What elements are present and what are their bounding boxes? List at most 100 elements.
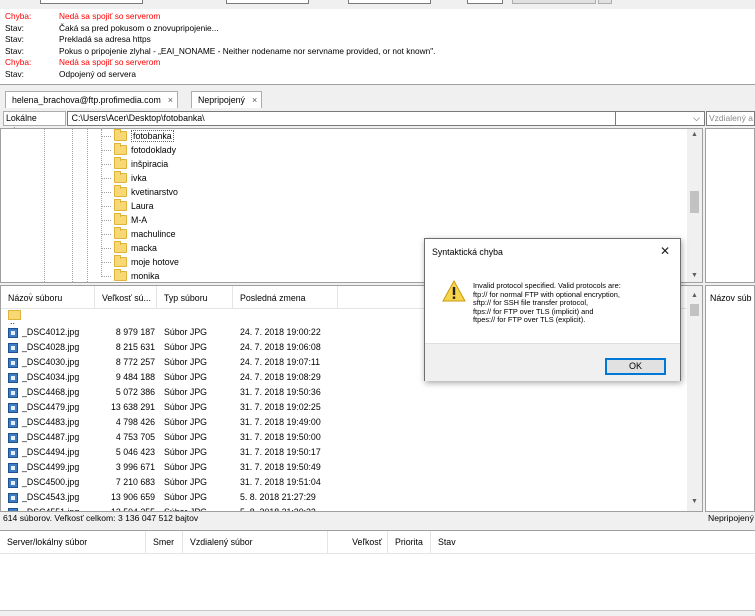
transfer-queue[interactable]: Server/lokálny súbor Smer Vzdialený súbo… xyxy=(0,530,755,610)
table-row[interactable]: _DSC4551.jpg 13 504 255 Súbor JPG 5. 8. 201… xyxy=(1,505,689,512)
local-path-input[interactable]: C:\Users\Acer\Desktop\fotobanka\ xyxy=(66,111,617,126)
log-row: Stav: Pokus o pripojenie zlyhal - „EAI_NO… xyxy=(5,45,436,56)
close-icon[interactable]: ✕ xyxy=(657,243,673,259)
file-modified: 31. 7. 2018 19:51:04 xyxy=(240,477,321,487)
tree-scrollbar[interactable]: ▲ ▼ xyxy=(687,129,702,282)
file-type: Súbor JPG xyxy=(164,387,208,397)
folder-icon xyxy=(114,129,127,141)
tree-item[interactable]: kvetinarstvo xyxy=(101,185,178,199)
chevron-up-icon[interactable]: ▲ xyxy=(687,290,702,302)
table-row[interactable]: _DSC4479.jpg 13 638 291 Súbor JPG 31. 7. 20… xyxy=(1,400,689,415)
ok-button[interactable]: OK xyxy=(605,358,666,375)
file-type: Súbor JPG xyxy=(164,327,208,337)
remote-directory-tree[interactable] xyxy=(705,128,755,283)
file-modified: 31. 7. 2018 19:50:17 xyxy=(240,447,321,457)
password-field[interactable] xyxy=(348,0,431,4)
column-header-direction[interactable]: Smer xyxy=(146,531,183,554)
quickconnect-button[interactable] xyxy=(512,0,596,4)
tree-item[interactable]: Laura xyxy=(101,199,154,213)
tree-item[interactable]: moje hotove xyxy=(101,255,179,269)
tree-item[interactable]: fotobanka xyxy=(101,129,174,143)
file-modified: 24. 7. 2018 19:06:08 xyxy=(240,342,321,352)
table-row[interactable]: _DSC4468.jpg 5 072 386 Súbor JPG 31. 7. 201… xyxy=(1,385,689,400)
close-icon[interactable]: × xyxy=(252,95,257,105)
column-header-status[interactable]: Stav xyxy=(431,531,631,554)
table-row[interactable]: _DSC4483.jpg 4 798 426 Súbor JPG 31. 7. 201… xyxy=(1,415,689,430)
tree-item[interactable]: M-A xyxy=(101,213,147,227)
file-name: _DSC4028.jpg xyxy=(22,342,80,352)
tree-item[interactable]: ivka xyxy=(101,171,147,185)
file-size: 13 504 255 xyxy=(110,507,155,512)
dialog-title: Syntaktická chyba xyxy=(432,247,503,257)
column-header-priority[interactable]: Priorita xyxy=(388,531,431,554)
log-row: Chyba: Nedá sa spojiť so serverom xyxy=(5,57,161,68)
tree-guide xyxy=(72,129,73,282)
file-list-scrollbar[interactable]: ▲ ▼ xyxy=(687,286,702,511)
image-file-icon xyxy=(8,402,18,413)
table-row[interactable]: _DSC4499.jpg 3 996 671 Súbor JPG 31. 7. 201… xyxy=(1,460,689,475)
file-size: 8 979 187 xyxy=(115,327,155,337)
remote-file-list[interactable]: Názov súb xyxy=(705,285,755,512)
chevron-down-icon[interactable]: ⌵ xyxy=(616,111,705,126)
column-header-type[interactable]: Typ súboru xyxy=(157,286,233,309)
file-modified: 24. 7. 2018 19:00:22 xyxy=(240,327,321,337)
image-file-icon xyxy=(8,357,18,368)
tree-item[interactable]: monika xyxy=(101,269,159,282)
file-name: _DSC4034.jpg xyxy=(22,372,80,382)
tab-label: Nepripojený xyxy=(198,95,245,105)
folder-icon xyxy=(114,255,127,267)
table-row[interactable]: _DSC4500.jpg 7 210 683 Súbor JPG 31. 7. 201… xyxy=(1,475,689,490)
table-row[interactable]: _DSC4487.jpg 4 753 705 Súbor JPG 31. 7. 201… xyxy=(1,430,689,445)
host-field[interactable] xyxy=(40,0,143,4)
column-header-size[interactable]: Veľkosť xyxy=(328,531,388,554)
file-size: 8 215 631 xyxy=(115,342,155,352)
column-header-local-file[interactable]: Server/lokálny súbor xyxy=(0,531,146,554)
column-header-remote-file[interactable]: Vzdialený súbor xyxy=(183,531,328,554)
column-header-size[interactable]: Veľkosť sú... xyxy=(95,286,157,309)
image-file-icon xyxy=(8,492,18,503)
chevron-down-icon[interactable]: ▼ xyxy=(687,270,702,282)
file-type: Súbor JPG xyxy=(164,462,208,472)
column-header-remote-name[interactable]: Názov súb xyxy=(706,286,754,309)
connection-tabs: helena_brachova@ftp.profimedia.com × Nep… xyxy=(0,90,755,109)
folder-icon xyxy=(114,143,127,155)
table-row[interactable]: _DSC4494.jpg 5 046 423 Súbor JPG 31. 7. 201… xyxy=(1,445,689,460)
column-header-name[interactable]: ^ Názov súboru xyxy=(1,286,95,309)
remote-path-input[interactable]: Vzdialený a xyxy=(706,111,755,126)
file-size: 5 046 423 xyxy=(115,447,155,457)
file-size: 13 638 291 xyxy=(110,402,155,412)
folder-icon xyxy=(114,157,127,169)
quickconnect-dropdown[interactable] xyxy=(598,0,612,4)
file-type: Súbor JPG xyxy=(164,357,208,367)
table-row[interactable]: _DSC4543.jpg 13 906 659 Súbor JPG 5. 8. 201… xyxy=(1,490,689,505)
dialog-message: Invalid protocol specified. Valid protoc… xyxy=(473,281,621,325)
username-field[interactable] xyxy=(226,0,309,4)
file-type: Súbor JPG xyxy=(164,447,208,457)
remote-status-text: Nepripojený xyxy=(708,513,754,523)
chevron-up-icon[interactable]: ▲ xyxy=(687,129,702,141)
file-modified: 24. 7. 2018 19:08:29 xyxy=(240,372,321,382)
image-file-icon xyxy=(8,432,18,443)
file-name: _DSC4487.jpg xyxy=(22,432,80,442)
file-size: 5 072 386 xyxy=(115,387,155,397)
file-type: Súbor JPG xyxy=(164,477,208,487)
column-header-modified[interactable]: Posledná zmena xyxy=(233,286,338,309)
file-name: _DSC4494.jpg xyxy=(22,447,80,457)
tree-item[interactable]: inšpiracia xyxy=(101,157,168,171)
file-modified: 31. 7. 2018 19:50:49 xyxy=(240,462,321,472)
close-icon[interactable]: × xyxy=(168,95,173,105)
scrollbar-thumb[interactable] xyxy=(690,304,699,316)
chevron-down-icon[interactable]: ▼ xyxy=(687,496,702,508)
scrollbar-thumb[interactable] xyxy=(690,191,699,213)
tree-item[interactable]: fotodoklady xyxy=(101,143,176,157)
tab-disconnected[interactable]: Nepripojený × xyxy=(191,91,263,108)
file-size: 8 772 257 xyxy=(115,357,155,367)
folder-icon xyxy=(114,171,127,183)
file-type: Súbor JPG xyxy=(164,432,208,442)
log-row: Stav: Prekladá sa adresa https xyxy=(5,34,151,45)
tree-item[interactable]: macka xyxy=(101,241,157,255)
tab-helena[interactable]: helena_brachova@ftp.profimedia.com × xyxy=(5,91,179,108)
port-field[interactable] xyxy=(467,0,503,4)
tree-item[interactable]: machulince xyxy=(101,227,176,241)
file-size: 4 798 426 xyxy=(115,417,155,427)
